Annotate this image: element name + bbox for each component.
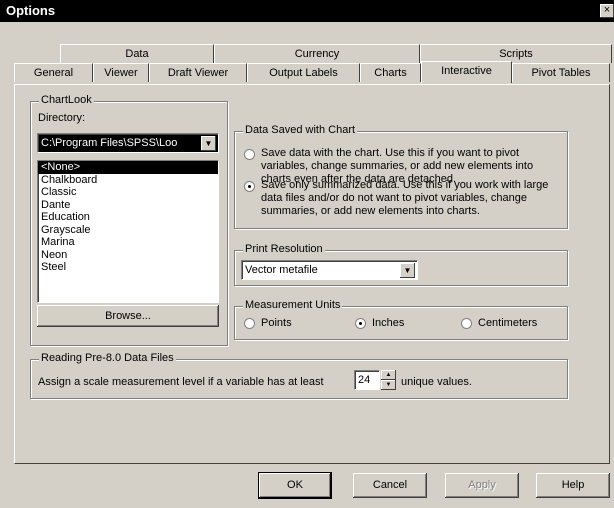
tab-draft-viewer[interactable]: Draft Viewer xyxy=(149,63,247,82)
list-item[interactable]: Marina xyxy=(38,236,218,249)
tab-charts[interactable]: Charts xyxy=(360,63,421,82)
list-item[interactable]: Dante xyxy=(38,199,218,212)
tab-pivot-tables[interactable]: Pivot Tables xyxy=(512,63,610,82)
list-item[interactable]: Chalkboard xyxy=(38,174,218,187)
measurement-units-legend: Measurement Units xyxy=(243,299,343,311)
spin-up-icon[interactable]: ▲ xyxy=(381,370,396,380)
tab-general[interactable]: General xyxy=(14,63,93,82)
scale-threshold-stepper[interactable]: ▲ ▼ xyxy=(381,370,396,390)
close-button[interactable]: × xyxy=(600,4,614,18)
options-dialog: Options × Data Currency Scripts General … xyxy=(0,0,614,508)
data-saved-legend: Data Saved with Chart xyxy=(243,124,358,136)
chartlook-legend: ChartLook xyxy=(39,94,94,106)
scale-threshold-value: 24 xyxy=(358,374,371,386)
tab-data[interactable]: Data xyxy=(60,44,214,63)
chevron-down-icon[interactable]: ▼ xyxy=(201,136,216,151)
help-button[interactable]: Help xyxy=(536,473,610,498)
scale-threshold-input[interactable]: 24 xyxy=(354,370,380,390)
print-resolution-select[interactable]: Vector metafile ▼ xyxy=(241,260,418,280)
apply-button[interactable]: Apply xyxy=(445,473,519,498)
directory-combobox[interactable]: C:\Program Files\SPSS\Loo ▼ xyxy=(37,133,219,153)
tab-interactive[interactable]: Interactive xyxy=(421,61,512,83)
spin-down-icon[interactable]: ▼ xyxy=(381,380,396,390)
reading-pre-legend: Reading Pre-8.0 Data Files xyxy=(39,352,176,364)
save-summarized-data-radio[interactable] xyxy=(244,181,255,192)
chartlook-listbox[interactable]: <None> Chalkboard Classic Dante Educatio… xyxy=(37,160,219,303)
points-label: Points xyxy=(261,317,292,329)
tab-viewer[interactable]: Viewer xyxy=(93,63,149,82)
print-resolution-legend: Print Resolution xyxy=(243,243,325,255)
browse-button[interactable]: Browse... xyxy=(37,305,219,327)
centimeters-label: Centimeters xyxy=(478,317,538,329)
list-item[interactable]: Grayscale xyxy=(38,224,218,237)
inches-label: Inches xyxy=(372,317,405,329)
list-item[interactable]: Education xyxy=(38,211,218,224)
directory-label: Directory: xyxy=(38,112,86,124)
window-title: Options xyxy=(6,3,56,18)
print-resolution-value: Vector metafile xyxy=(245,264,318,276)
tab-currency[interactable]: Currency xyxy=(214,44,420,63)
title-bar[interactable]: Options × xyxy=(0,0,614,22)
save-summarized-data-label: Save only summarized data. Use this if y… xyxy=(261,179,549,217)
ok-button[interactable]: OK xyxy=(259,473,331,498)
scale-threshold-suffix: unique values. xyxy=(401,376,472,388)
list-item[interactable]: <None> xyxy=(38,161,218,174)
cancel-button[interactable]: Cancel xyxy=(353,473,427,498)
tab-output-labels[interactable]: Output Labels xyxy=(247,63,360,82)
directory-value: C:\Program Files\SPSS\Loo xyxy=(41,137,178,149)
list-item[interactable]: Neon xyxy=(38,249,218,262)
scale-threshold-label: Assign a scale measurement level if a va… xyxy=(38,376,324,388)
list-item[interactable]: Classic xyxy=(38,186,218,199)
points-radio[interactable] xyxy=(244,318,255,329)
list-item[interactable]: Steel xyxy=(38,261,218,274)
inches-radio[interactable] xyxy=(355,318,366,329)
chevron-down-icon[interactable]: ▼ xyxy=(400,263,415,278)
save-all-data-radio[interactable] xyxy=(244,149,255,160)
centimeters-radio[interactable] xyxy=(461,318,472,329)
